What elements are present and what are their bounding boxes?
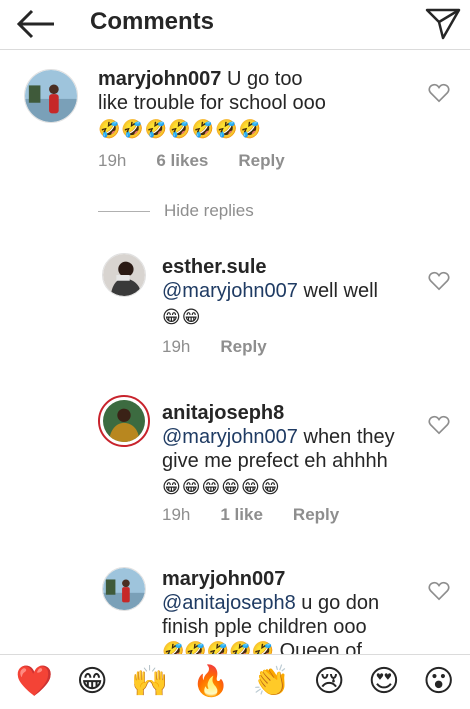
comments-header: Comments: [0, 0, 470, 50]
comment-username[interactable]: maryjohn007: [98, 68, 221, 90]
reply-body: anitajoseph8 @maryjohn007 when they give…: [162, 401, 432, 499]
divider: [98, 210, 150, 212]
arrow-left-icon[interactable]: [14, 6, 58, 42]
paper-plane-icon[interactable]: [424, 4, 462, 42]
emoji-cry-button[interactable]: 😢: [314, 662, 345, 702]
reply-button[interactable]: Reply: [238, 151, 284, 171]
avatar-photo: [103, 254, 145, 296]
heart-outline-icon[interactable]: [428, 271, 450, 291]
comments-list[interactable]: maryjohn007 U go too like trouble for sc…: [0, 51, 470, 654]
emoji-heart-eyes-button[interactable]: 😍: [368, 662, 399, 702]
reply-emojis: 🤣🤣🤣🤣🤣: [162, 641, 275, 654]
reply-body: esther.sule @maryjohn007 well well 😁😁: [162, 255, 422, 329]
reply-text: well well: [297, 280, 378, 302]
avatar[interactable]: [102, 253, 146, 297]
likes-count[interactable]: 6 likes: [156, 151, 208, 171]
reply-body: maryjohn007 @anitajoseph8 u go don finis…: [162, 567, 432, 654]
mention-link[interactable]: @maryjohn007: [162, 280, 298, 302]
reply-time: 19h: [162, 337, 191, 356]
avatar-photo: [25, 70, 77, 122]
reply-text: u go don: [295, 592, 380, 614]
mention-link[interactable]: @maryjohn007: [162, 426, 298, 448]
reply-emojis: 😁😁: [162, 307, 202, 327]
comment-emojis: 🤣🤣🤣🤣🤣🤣🤣: [98, 119, 262, 139]
reply-text-tail: Queen of: [274, 640, 362, 654]
avatar-photo: [103, 400, 145, 442]
emoji-grin-button[interactable]: 😁: [76, 662, 107, 702]
reply-text-continued: finish pple children ooo: [162, 616, 367, 638]
emoji-fire-button[interactable]: 🔥: [192, 662, 229, 702]
reply-time: 19h: [162, 505, 191, 524]
reply-username[interactable]: maryjohn007: [162, 568, 285, 590]
reply-username[interactable]: esther.sule: [162, 256, 267, 278]
emoji-surprised-button[interactable]: 😮: [423, 662, 454, 702]
mention-link[interactable]: @anitajoseph8: [162, 592, 296, 614]
reply-text-continued: give me prefect eh ahhhh: [162, 450, 388, 472]
heart-outline-icon[interactable]: [428, 83, 450, 103]
avatar[interactable]: [24, 69, 78, 123]
reply-item: maryjohn007 @anitajoseph8 u go don finis…: [0, 563, 470, 654]
reply-item: esther.sule @maryjohn007 well well 😁😁 19…: [0, 241, 470, 361]
emoji-heart-button[interactable]: ❤️: [16, 662, 53, 702]
likes-count[interactable]: 1 like: [220, 505, 263, 525]
comment-meta: 19h 6 likes Reply: [98, 151, 285, 171]
reply-username[interactable]: anitajoseph8: [162, 402, 284, 424]
avatar[interactable]: [102, 567, 146, 611]
reply-meta: 19h 1 like Reply: [162, 505, 339, 525]
emoji-clap-button[interactable]: 👏: [253, 662, 290, 702]
emoji-raised-hands-button[interactable]: 🙌: [131, 662, 168, 702]
reply-item: anitajoseph8 @maryjohn007 when they give…: [0, 387, 470, 547]
comment-body: maryjohn007 U go too like trouble for sc…: [98, 67, 418, 141]
comment-time: 19h: [98, 151, 127, 170]
reply-meta: 19h Reply: [162, 337, 267, 357]
comment-text-continued: like trouble for school ooo: [98, 92, 326, 114]
reply-button[interactable]: Reply: [220, 337, 266, 357]
heart-outline-icon[interactable]: [428, 581, 450, 601]
avatar-photo: [103, 568, 145, 610]
reply-text: when they: [297, 426, 395, 448]
heart-outline-icon[interactable]: [428, 415, 450, 435]
comment-text: U go too: [226, 68, 303, 90]
page-title: Comments: [90, 8, 215, 35]
hide-replies-label: Hide replies: [164, 201, 254, 220]
reply-emojis: 😁😁😁😁😁😁: [162, 477, 281, 497]
avatar-story-ring[interactable]: [98, 395, 150, 447]
hide-replies-toggle[interactable]: Hide replies: [98, 201, 254, 221]
reply-button[interactable]: Reply: [293, 505, 339, 525]
quick-emoji-bar: ❤️ 😁 🙌 🔥 👏 😢 😍 😮: [0, 654, 470, 709]
comment-item: maryjohn007 U go too like trouble for sc…: [0, 51, 470, 191]
